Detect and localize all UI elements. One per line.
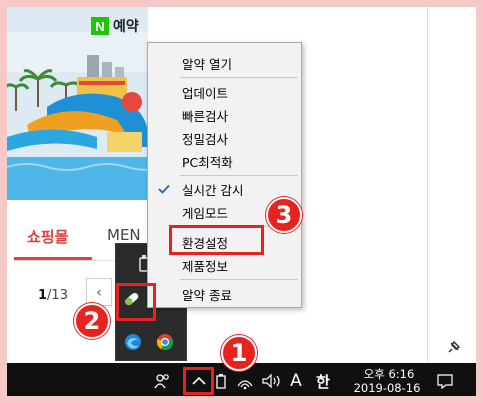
step-badge-3: 3 bbox=[266, 197, 302, 233]
menu-item-open-alyac[interactable]: 알약 열기 bbox=[148, 51, 301, 75]
ime-mode-indicator[interactable]: A bbox=[287, 371, 305, 391]
menu-item-update[interactable]: 업데이트 bbox=[148, 80, 301, 104]
speaker-volume-icon[interactable] bbox=[261, 372, 283, 390]
edge-browser-icon[interactable] bbox=[122, 331, 144, 353]
menu-item-quick-scan[interactable]: 빠른검사 bbox=[148, 103, 301, 127]
taskbar-clock-time[interactable]: 오후 6:16 bbox=[354, 366, 424, 382]
highlight-box-chevron bbox=[183, 367, 214, 395]
menu-item-full-scan[interactable]: 정밀검사 bbox=[148, 126, 301, 150]
wifi-icon[interactable] bbox=[235, 372, 255, 390]
battery-icon[interactable] bbox=[214, 372, 228, 390]
pager-prev-button[interactable]: ‹ bbox=[86, 278, 112, 306]
pager-indicator: 1/13 bbox=[38, 288, 68, 303]
naver-reservation-badge[interactable]: N 예약 bbox=[91, 14, 139, 38]
alyac-context-menu: 알약 열기 업데이트 빠른검사 정밀검사 PC최적화 실시간 감시 게임모드 환… bbox=[147, 42, 302, 308]
tab-shopping-mall[interactable]: 쇼핑몰 bbox=[27, 226, 68, 247]
highlight-box-settings bbox=[169, 225, 264, 255]
menu-separator bbox=[180, 279, 298, 280]
pin-icon[interactable] bbox=[445, 340, 461, 356]
menu-separator bbox=[180, 175, 298, 176]
page-divider bbox=[427, 7, 428, 363]
menu-item-product-info[interactable]: 제품정보 bbox=[148, 253, 301, 277]
taskbar-clock-date[interactable]: 2019-08-16 bbox=[344, 381, 430, 395]
step-badge-1: 1 bbox=[221, 335, 257, 371]
menu-item-pc-optimize[interactable]: PC최적화 bbox=[148, 149, 301, 173]
naver-logo-icon: N bbox=[91, 17, 109, 35]
reservation-label: 예약 bbox=[113, 19, 139, 35]
pager-total: /13 bbox=[47, 288, 68, 303]
tab-men[interactable]: MEN bbox=[107, 226, 141, 244]
notification-center-icon[interactable] bbox=[436, 372, 454, 390]
pager-current: 1 bbox=[38, 288, 48, 303]
highlight-box-alyac-icon bbox=[116, 283, 156, 321]
people-icon[interactable] bbox=[153, 372, 171, 390]
chrome-browser-icon[interactable] bbox=[154, 331, 176, 353]
menu-separator bbox=[180, 77, 298, 78]
ime-language-indicator[interactable]: 한 bbox=[313, 371, 333, 391]
step-badge-2: 2 bbox=[74, 303, 110, 339]
menu-item-exit-alyac[interactable]: 알약 종료 bbox=[148, 282, 301, 306]
